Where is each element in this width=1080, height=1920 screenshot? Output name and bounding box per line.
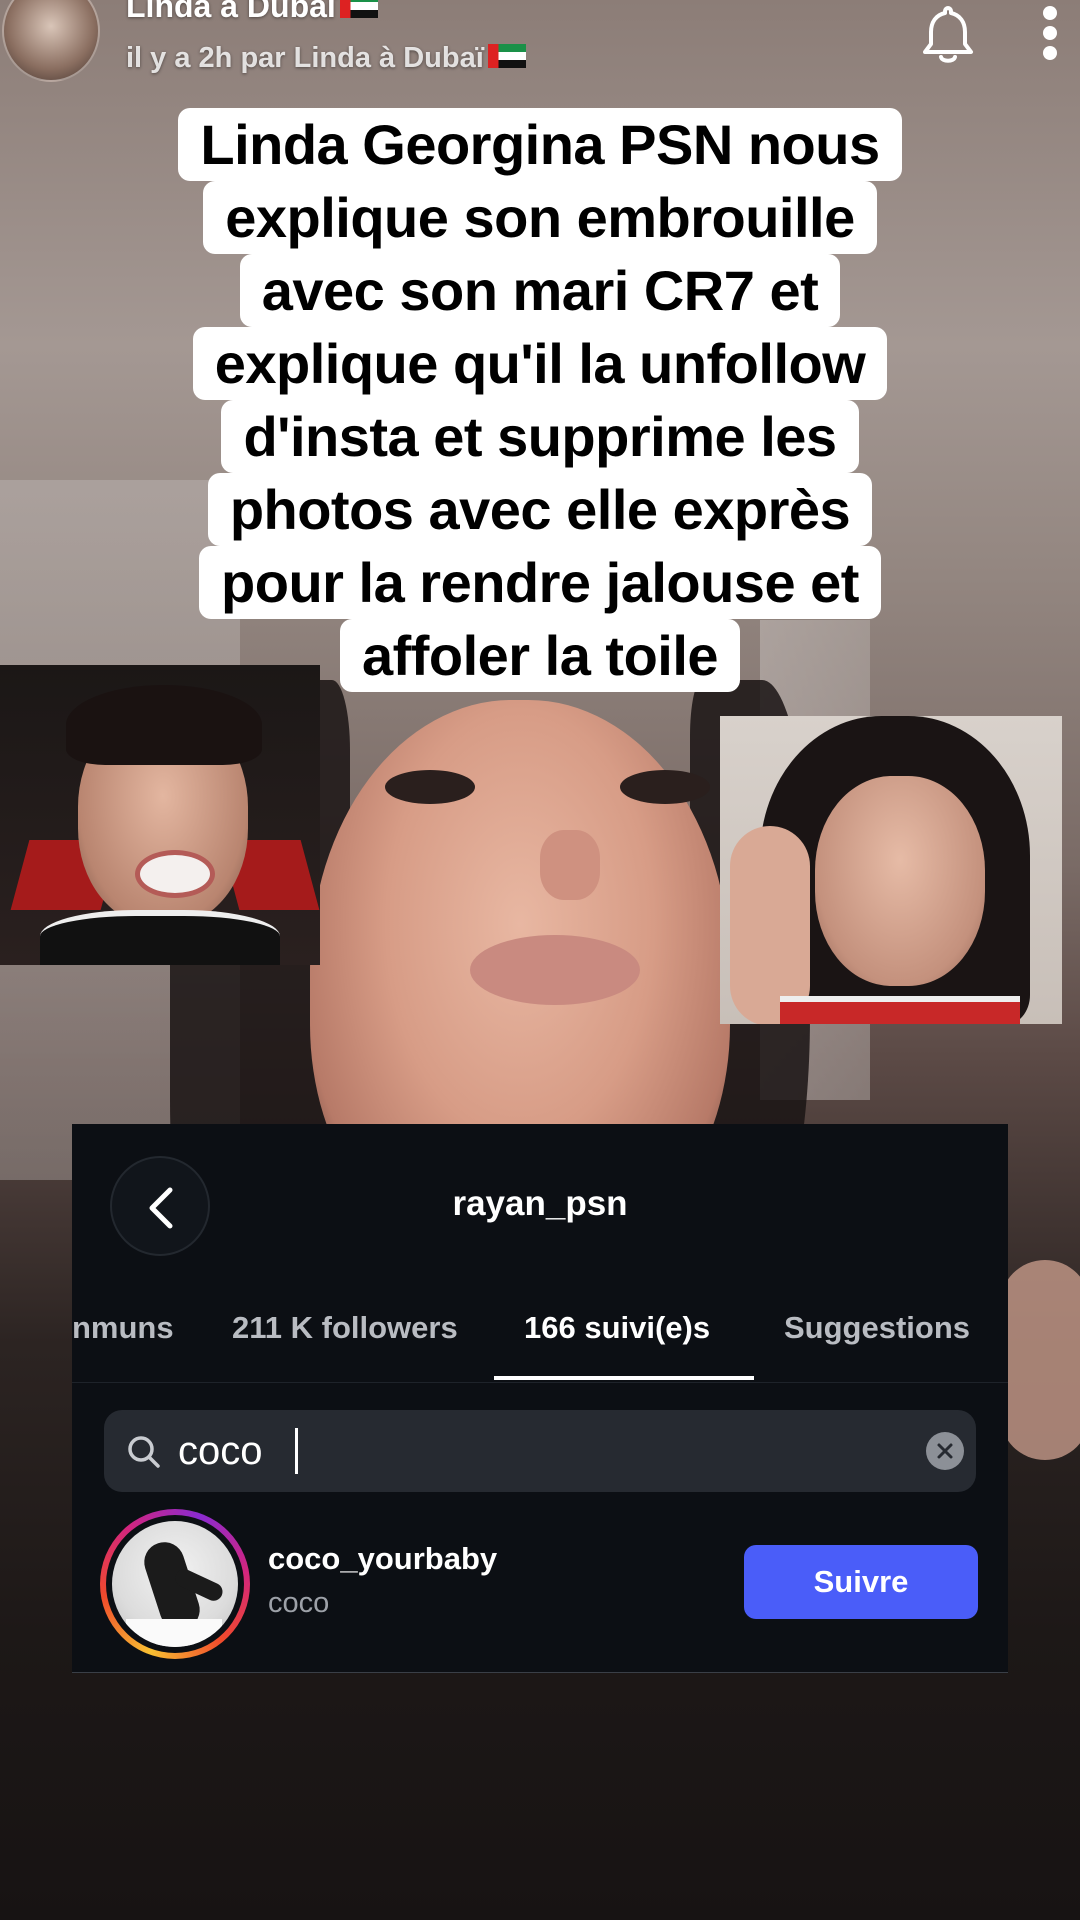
follow-tabs: nmuns 211 K followers 166 suivi(e)s Sugg… — [72, 1310, 1008, 1366]
background-nose — [540, 830, 600, 900]
uae-flag-icon — [487, 44, 526, 69]
active-tab-indicator — [494, 1376, 754, 1380]
author-name-text: Linda à Dubaï — [126, 0, 336, 24]
clear-search-icon[interactable] — [926, 1432, 964, 1470]
caption-line: Linda Georgina PSN nous — [178, 108, 902, 181]
caption-line: photos avec elle exprès — [207, 473, 873, 546]
search-icon — [128, 1436, 160, 1468]
caption-line: explique qu'il la unfollow — [192, 327, 888, 400]
caption-line: pour la rendre jalouse et — [199, 546, 881, 619]
avatar — [112, 1521, 238, 1647]
post-timestamp: il y a 2h par Linda à Dubaï — [126, 42, 526, 75]
more-options-icon[interactable] — [1036, 6, 1064, 66]
result-username[interactable]: coco_yourbaby — [268, 1541, 497, 1577]
search-input[interactable] — [178, 1422, 878, 1480]
result-fullname: coco — [268, 1587, 330, 1619]
follow-button[interactable]: Suivre — [744, 1545, 978, 1619]
story-header: Linda à Dubaï il y a 2h par Linda à Duba… — [0, 0, 1080, 90]
caption-line: avec son mari CR7 et — [239, 254, 841, 327]
inset-photo-woman — [720, 716, 1062, 1024]
author-avatar[interactable] — [2, 0, 100, 82]
bell-icon[interactable] — [918, 4, 978, 66]
text-caret — [295, 1428, 298, 1474]
uae-flag-icon — [339, 0, 378, 18]
caption-line: d'insta et supprime les — [221, 400, 859, 473]
tab-following[interactable]: 166 suivi(e)s — [524, 1310, 710, 1346]
story-ring-avatar[interactable] — [100, 1509, 250, 1659]
background-eye-right — [620, 770, 710, 804]
post-timestamp-text: il y a 2h par Linda à Dubaï — [126, 42, 484, 74]
inset-photo-man — [0, 665, 320, 965]
caption-line: affoler la toile — [339, 619, 741, 692]
tab-followers[interactable]: 211 K followers — [232, 1310, 458, 1346]
search-bar — [104, 1410, 976, 1492]
caption-line: explique son embrouille — [203, 181, 877, 254]
tabs-divider — [72, 1382, 1008, 1383]
story-caption: Linda Georgina PSN nous explique son emb… — [150, 108, 930, 692]
tab-mutual[interactable]: nmuns — [72, 1310, 174, 1346]
search-result-row[interactable]: coco_yourbaby coco Suivre — [72, 1509, 1008, 1659]
panel-bottom-border — [72, 1672, 1008, 1673]
background-eye-left — [385, 770, 475, 804]
profile-username-title: rayan_psn — [452, 1184, 628, 1223]
author-name[interactable]: Linda à Dubaï — [126, 0, 378, 25]
background-lips — [470, 935, 640, 1005]
instagram-following-screenshot: rayan_psn nmuns 211 K followers 166 suiv… — [72, 1124, 1008, 1673]
background-hand — [1000, 1260, 1080, 1460]
tab-suggestions[interactable]: Suggestions — [784, 1310, 970, 1346]
